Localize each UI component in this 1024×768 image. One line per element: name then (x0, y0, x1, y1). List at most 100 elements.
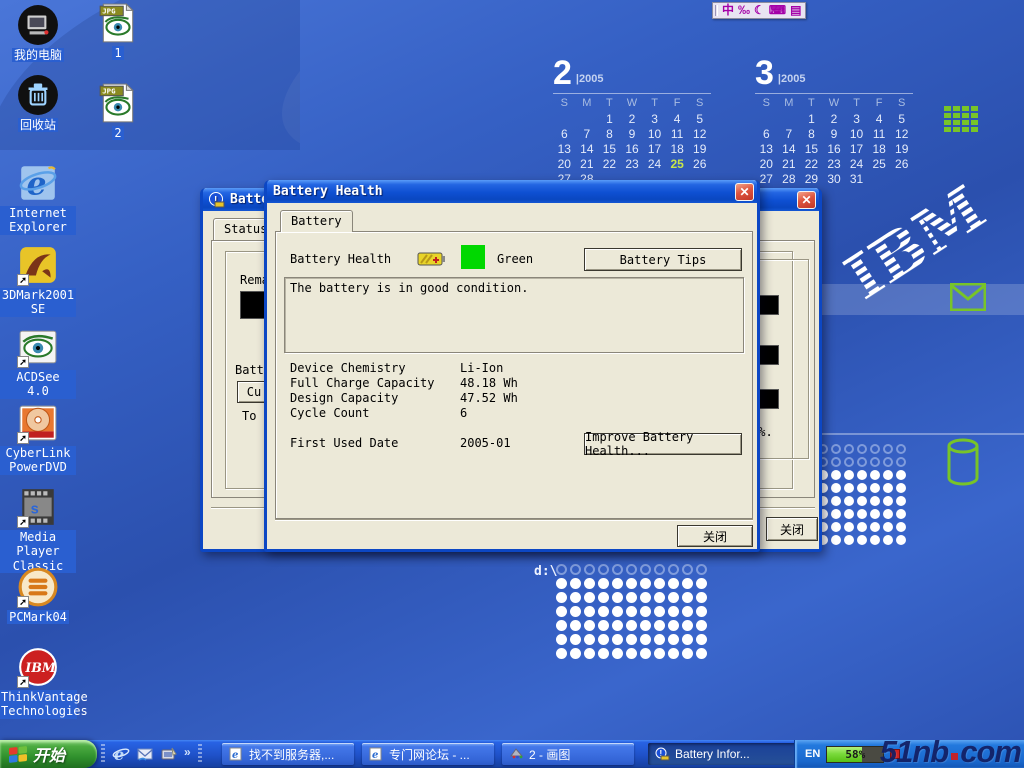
thinkvantage-icon[interactable]: IBM ➚ (17, 646, 59, 688)
desktop-icon-my-computer[interactable]: 我的电脑 (0, 4, 76, 62)
svg-text:IBM: IBM (24, 660, 57, 675)
task-button-server-not-found[interactable]: e 找不到服务器,... (222, 743, 354, 765)
ime-menu-icon[interactable]: ▤ (790, 3, 801, 18)
desktop-icon-media-player-classic[interactable]: s ➚ Media Player Classic (0, 486, 76, 573)
desktop-icon-label[interactable]: PCMark04 (7, 610, 69, 624)
jpg-file-icon[interactable]: JPG (97, 82, 139, 124)
task-button-battery-information[interactable]: ! Battery Infor... (648, 743, 798, 765)
task-button-forum[interactable]: e 专门网论坛 - ... (362, 743, 494, 765)
close-icon[interactable]: ✕ (797, 191, 816, 209)
close-button[interactable]: 关闭 (766, 517, 818, 541)
ime-language-bar[interactable]: 中 ‰ ☾ ⌨ ▤ (712, 2, 806, 19)
battery-health-titlebar[interactable]: Battery Health ✕ (267, 180, 757, 203)
wallpaper-light-line (820, 433, 1024, 435)
battery-tips-button[interactable]: Battery Tips (584, 248, 742, 271)
health-status-swatch (461, 245, 485, 269)
drive-label: d:\ (534, 564, 557, 579)
close-icon[interactable]: ✕ (735, 183, 754, 201)
task-label: 专门网论坛 - ... (389, 746, 470, 763)
keyboard-icon[interactable]: ⌨ (769, 3, 786, 18)
calendar-month-number: 2 (553, 58, 572, 88)
close-button[interactable]: 关闭 (677, 525, 753, 547)
ime-drag-handle[interactable] (715, 5, 718, 16)
dot-grid-right (818, 444, 909, 548)
start-button[interactable]: 开始 (0, 740, 97, 768)
desktop-icon-label[interactable]: 1 (112, 46, 123, 60)
desktop-icon-powerdvd[interactable]: ➚ CyberLink PowerDVD (0, 402, 76, 475)
jpg-file-icon[interactable]: JPG (97, 2, 139, 44)
battery-gauge-segment (759, 345, 779, 365)
chinese-mode-icon[interactable]: 中 (722, 3, 734, 18)
windows-flag-icon (8, 745, 28, 764)
desktop-icon-label[interactable]: 回收站 (18, 118, 58, 132)
desktop-icon-label[interactable]: 3DMark2001 SE (0, 288, 76, 317)
powerdvd-icon[interactable]: ➚ (17, 402, 59, 444)
pcmark04-icon[interactable]: ➚ (17, 566, 59, 608)
shortcut-arrow-icon: ➚ (17, 676, 29, 688)
health-status-text: Green (497, 252, 533, 266)
start-label: 开始 (33, 742, 65, 766)
task-button-paint[interactable]: 2 - 画图 (502, 743, 634, 765)
condition-text: The battery is in good condition. (290, 281, 528, 295)
desktop-icon-internet-explorer[interactable]: e Internet Explorer (0, 162, 76, 235)
tab-battery[interactable]: Battery (280, 210, 353, 232)
svg-text:e: e (114, 745, 124, 763)
desktop-icon-label[interactable]: 我的电脑 (12, 48, 64, 62)
internet-explorer-icon[interactable]: e (17, 162, 59, 204)
quicklaunch-more-chevron[interactable]: » (184, 745, 191, 759)
health-label: Battery Health (290, 252, 391, 266)
desktop-icon-label[interactable]: Internet Explorer (0, 206, 76, 235)
media-player-classic-icon[interactable]: s ➚ (17, 486, 59, 528)
desktop-icon-label[interactable]: CyberLink PowerDVD (0, 446, 76, 475)
desktop-icon-jpg-1[interactable]: JPG 1 (88, 2, 148, 60)
quicklaunch-outlook-icon[interactable] (136, 745, 154, 763)
quicklaunch-show-desktop-icon[interactable] (160, 745, 178, 763)
grid-block-icon (944, 106, 984, 136)
battery-gauge-segment (759, 295, 779, 315)
desktop-icon-acdsee[interactable]: ➚ ACDSee 4.0 (0, 326, 76, 399)
info-value: 48.18 Wh (460, 376, 518, 390)
quicklaunch-ie-icon[interactable]: e (112, 745, 130, 763)
dot-grid-bottom (556, 564, 710, 662)
desktop-icon-label[interactable]: ThinkVantage Technologies (0, 690, 77, 719)
fullwidth-icon[interactable]: ☾ (754, 3, 765, 18)
info-label: Cycle Count (290, 406, 369, 420)
svg-text:e: e (372, 750, 378, 761)
my-computer-icon[interactable] (17, 4, 59, 46)
language-indicator[interactable]: EN (805, 748, 820, 760)
desktop-icon-jpg-2[interactable]: JPG 2 (88, 82, 148, 140)
taskbar: 开始 e » e 找不到服务器,... e 专门网论坛 - ... 2 - 画图… (0, 740, 1024, 768)
info-label: Design Capacity (290, 391, 398, 405)
calendar-march-2005: 3|2005 SMTWTFS12345678910111213141516171… (755, 56, 913, 185)
3dmark2001-icon[interactable]: ➚ (17, 244, 59, 286)
battery-gauge-segment (759, 389, 779, 409)
envelope-icon (950, 283, 986, 311)
51nb-watermark: 51nbcom (880, 734, 1021, 768)
tray-battery-meter[interactable]: 58% (826, 746, 884, 763)
desktop-icon-label[interactable]: ACDSee 4.0 (0, 370, 76, 399)
taskbar-separator (101, 744, 105, 764)
task-label: 2 - 画图 (529, 746, 570, 763)
desktop-icon-recycle-bin[interactable]: 回收站 (0, 74, 76, 132)
desktop-icon-thinkvantage[interactable]: IBM ➚ ThinkVantage Technologies (0, 646, 76, 719)
improve-battery-health-button[interactable]: Improve Battery Health... (584, 433, 742, 455)
svg-text:s: s (31, 501, 39, 517)
watermark-text-1: 51nb (880, 734, 948, 768)
svg-text:JPG: JPG (102, 87, 116, 96)
recycle-bin-icon[interactable] (17, 74, 59, 116)
calendar-year: |2005 (576, 73, 604, 85)
acdsee-icon[interactable]: ➚ (17, 326, 59, 368)
shortcut-arrow-icon: ➚ (17, 356, 29, 368)
task-label: Battery Infor... (675, 747, 750, 761)
task-label: 找不到服务器,... (249, 746, 334, 763)
cylinder-icon (946, 438, 980, 486)
info-value: 47.52 Wh (460, 391, 518, 405)
desktop-icon-label[interactable]: 2 (112, 126, 123, 140)
shortcut-arrow-icon: ➚ (17, 596, 29, 608)
battery-health-dialog[interactable]: Battery Health ✕ Battery Battery Health … (264, 180, 760, 552)
punctuation-icon[interactable]: ‰ (738, 3, 750, 18)
condition-textbox: The battery is in good condition. (284, 277, 744, 353)
svg-text:JPG: JPG (102, 7, 116, 16)
desktop-icon-3dmark2001[interactable]: ➚ 3DMark2001 SE (0, 244, 76, 317)
desktop-icon-pcmark04[interactable]: ➚ PCMark04 (0, 566, 76, 624)
